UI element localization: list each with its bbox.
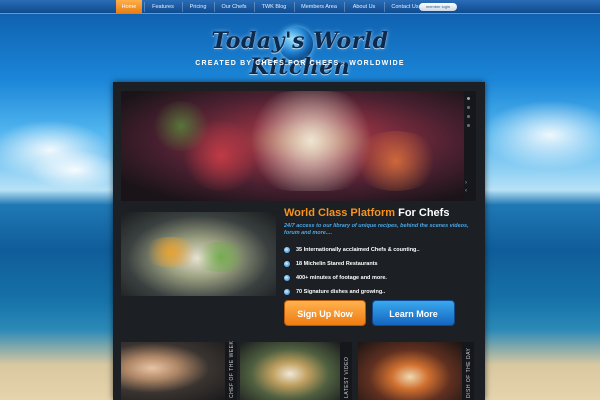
- feature-list: › 35 Internationally acclaimed Chefs & co…: [284, 243, 419, 299]
- list-item-label: 35 Internationally acclaimed Chefs & cou…: [296, 247, 420, 253]
- headline-rest: For Chefs: [395, 207, 450, 219]
- slide-indicator[interactable]: [467, 124, 470, 127]
- dish-of-the-day-label[interactable]: DISH OF THE DAY: [462, 342, 474, 400]
- image-highlight: [191, 242, 251, 272]
- chef-of-the-week-text: CHEF OF THE WEEK: [229, 340, 235, 398]
- slide-indicator[interactable]: [467, 97, 470, 100]
- list-item-label: 70 Signature dishes and growing..: [296, 289, 386, 295]
- nav-item-features[interactable]: Features: [146, 0, 180, 14]
- bullet-arrow-icon: ›: [284, 289, 290, 295]
- image-highlight: [351, 131, 441, 191]
- top-navigation: Home Features Pricing Our Chefs TWK Blog…: [0, 0, 600, 14]
- sign-up-button[interactable]: Sign Up Now: [284, 300, 366, 326]
- site-tagline: CREATED BY CHEFS FOR CHEFS - WORLDWIDE: [195, 60, 405, 67]
- member-login-button[interactable]: member login: [419, 3, 457, 11]
- list-item: › 35 Internationally acclaimed Chefs & co…: [284, 243, 419, 257]
- nav-divider: [254, 2, 255, 12]
- chef-of-the-week-image[interactable]: [121, 342, 225, 400]
- nav-divider: [384, 2, 385, 12]
- previous-slide-arrow-icon[interactable]: ‹: [465, 188, 467, 194]
- hero-slideshow-image[interactable]: [121, 91, 464, 201]
- cloud-decoration: [480, 100, 600, 170]
- nav-item-our-chefs[interactable]: Our Chefs: [216, 0, 252, 14]
- nav-item-members-area[interactable]: Members Area: [296, 0, 342, 14]
- latest-video-image[interactable]: [240, 342, 340, 400]
- learn-more-button[interactable]: Learn More: [372, 300, 455, 326]
- chef-of-the-week-label[interactable]: CHEF OF THE WEEK: [225, 340, 237, 400]
- bullet-arrow-icon: ›: [284, 247, 290, 253]
- nav-divider: [144, 2, 145, 12]
- list-item-label: 400+ minutes of footage and more.: [296, 275, 387, 281]
- hero-intro-text: 24/7 access to our library of unique rec…: [284, 223, 469, 236]
- dish-of-the-day-text: DISH OF THE DAY: [466, 347, 472, 398]
- list-item: › 18 Michelin Stared Restaurants: [284, 257, 419, 271]
- bullet-arrow-icon: ›: [284, 275, 290, 281]
- featured-dish-image[interactable]: [121, 212, 276, 296]
- nav-divider: [182, 2, 183, 12]
- hero-headline: World Class Platform For Chefs: [284, 207, 449, 219]
- slide-indicator[interactable]: [467, 106, 470, 109]
- nav-item-about-us[interactable]: About Us: [346, 0, 382, 14]
- nav-item-pricing[interactable]: Pricing: [184, 0, 212, 14]
- headline-accent: World Class Platform: [284, 207, 396, 219]
- list-item-label: 18 Michelin Stared Restaurants: [296, 261, 378, 267]
- image-highlight: [151, 101, 211, 151]
- site-logo[interactable]: Today's World Kitchen: [165, 28, 435, 80]
- nav-divider: [214, 2, 215, 12]
- nav-item-home[interactable]: Home: [116, 0, 142, 14]
- dish-of-the-day-image[interactable]: [358, 342, 462, 400]
- nav-divider: [344, 2, 345, 12]
- bullet-arrow-icon: ›: [284, 261, 290, 267]
- next-slide-arrow-icon[interactable]: ›: [465, 180, 467, 186]
- list-item: › 400+ minutes of footage and more.: [284, 271, 419, 285]
- latest-video-text: LATEST VIDEO: [344, 356, 350, 398]
- slide-indicator[interactable]: [467, 115, 470, 118]
- list-item: › 70 Signature dishes and growing..: [284, 285, 419, 299]
- latest-video-label[interactable]: LATEST VIDEO: [340, 342, 352, 400]
- nav-item-blog[interactable]: TWK Blog: [256, 0, 292, 14]
- cloud-decoration: [30, 150, 120, 190]
- nav-divider: [294, 2, 295, 12]
